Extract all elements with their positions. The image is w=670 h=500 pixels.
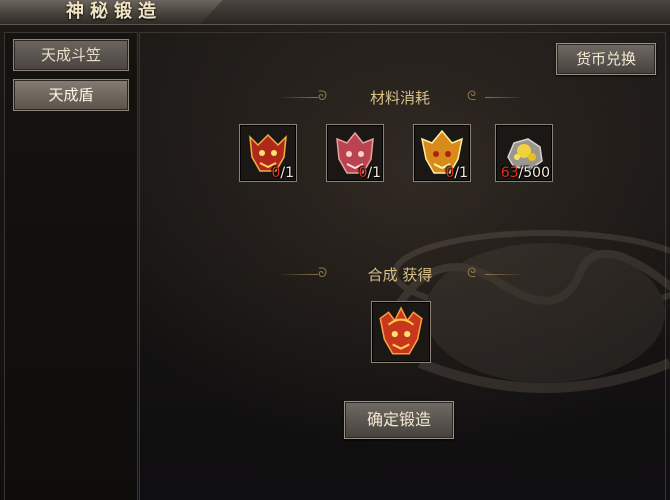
material-slot-pink-demon-helmet[interactable]: 0/1 — [326, 124, 384, 182]
divider-right — [485, 274, 525, 275]
main-panel: 货币兑换 ᘐ 材料消耗 ᘓ 0/1 0/1 0/1 63/500 ᘐ 合成 获得… — [139, 32, 670, 500]
scroll-ornament-icon: ᘓ — [467, 266, 477, 281]
sidebar: 天成斗笠 天成盾 — [4, 32, 138, 500]
material-slot-gold-ore[interactable]: 63/500 — [495, 124, 553, 182]
window-title: 神秘锻造 — [66, 1, 162, 22]
currency-exchange-button[interactable]: 货币兑换 — [556, 43, 656, 75]
scroll-ornament-icon: ᘓ — [467, 89, 477, 104]
result-slot-flame-demon-helmet[interactable] — [371, 301, 431, 363]
material-count: 0/1 — [445, 165, 468, 181]
flame-demon-helmet-icon — [379, 306, 423, 355]
forge-window: 神秘锻造 天成斗笠 天成盾 货币兑换 ᘐ 材料消耗 ᘓ 0/1 0/1 0/1 … — [0, 0, 670, 500]
confirm-forge-button[interactable]: 确定锻造 — [344, 401, 454, 439]
divider-left — [278, 274, 318, 275]
material-count: 0/1 — [358, 165, 381, 181]
scroll-ornament-icon: ᘐ — [318, 266, 328, 281]
material-slot-red-demon-helmet[interactable]: 0/1 — [239, 124, 297, 182]
sidebar-item-tiancheng-douli[interactable]: 天成斗笠 — [13, 39, 129, 71]
material-slot-gold-demon-helmet[interactable]: 0/1 — [413, 124, 471, 182]
material-count: 0/1 — [271, 165, 294, 181]
divider-left — [278, 97, 318, 98]
scroll-ornament-icon: ᘐ — [318, 89, 328, 104]
material-count: 63/500 — [500, 165, 550, 181]
result-title: 合成 获得 — [367, 266, 433, 284]
divider-right — [485, 97, 525, 98]
materials-title: 材料消耗 — [369, 89, 430, 107]
sidebar-item-tiancheng-dun[interactable]: 天成盾 — [13, 79, 129, 111]
